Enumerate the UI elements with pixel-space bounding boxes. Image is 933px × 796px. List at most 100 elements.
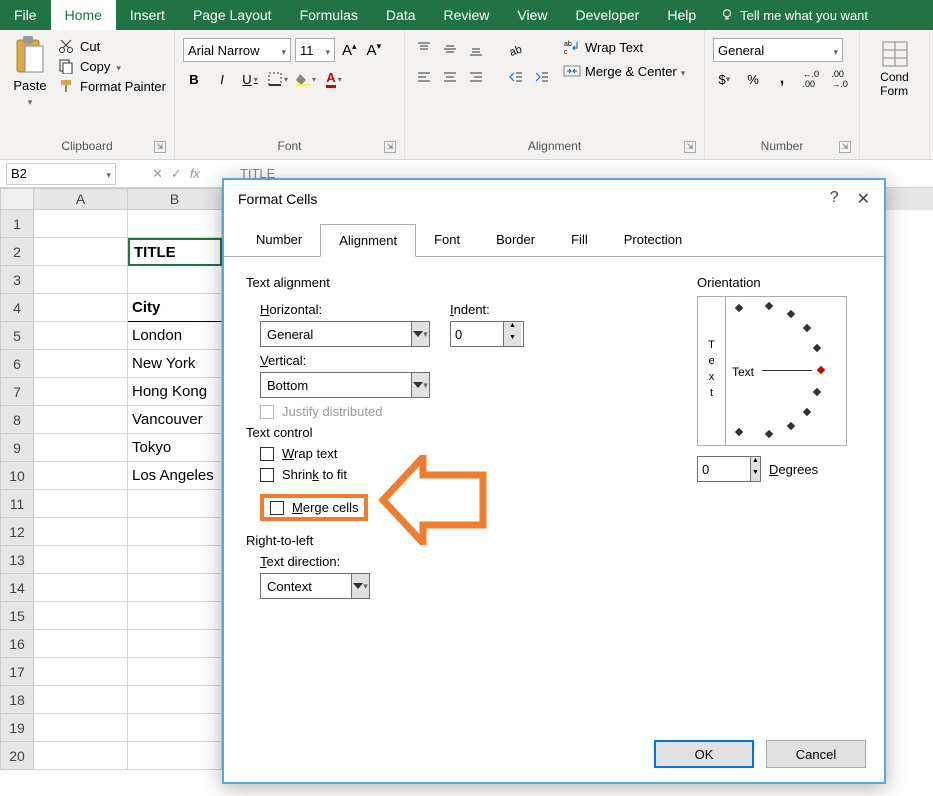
cell[interactable] bbox=[128, 742, 222, 770]
cell[interactable] bbox=[128, 714, 222, 742]
dlg-tab-protection[interactable]: Protection bbox=[606, 224, 701, 256]
align-bottom-button[interactable] bbox=[465, 38, 487, 60]
row-header[interactable]: 7 bbox=[0, 378, 34, 406]
deg-up[interactable]: ▲ bbox=[751, 457, 760, 469]
copy-button[interactable]: Copy bbox=[58, 58, 166, 74]
orientation-vertical-text[interactable]: Text bbox=[698, 297, 726, 445]
cell[interactable] bbox=[128, 574, 222, 602]
cancel-entry-icon[interactable]: ✕ bbox=[152, 166, 163, 182]
row-header[interactable]: 14 bbox=[0, 574, 34, 602]
font-color-button[interactable]: A bbox=[323, 68, 345, 90]
cell[interactable] bbox=[34, 238, 128, 266]
cell[interactable] bbox=[34, 742, 128, 770]
cell[interactable] bbox=[128, 210, 222, 238]
cell[interactable] bbox=[34, 350, 128, 378]
row-header[interactable]: 10 bbox=[0, 462, 34, 490]
row-header[interactable]: 9 bbox=[0, 434, 34, 462]
cell[interactable] bbox=[34, 686, 128, 714]
cell[interactable] bbox=[34, 322, 128, 350]
tab-help[interactable]: Help bbox=[653, 0, 710, 30]
border-button[interactable] bbox=[267, 68, 289, 90]
merge-center-button[interactable]: Merge & Center bbox=[563, 62, 685, 80]
tell-me-search[interactable]: Tell me what you want bbox=[710, 0, 878, 30]
row-header[interactable]: 2 bbox=[0, 238, 34, 266]
percent-button[interactable]: % bbox=[742, 68, 765, 90]
cell[interactable] bbox=[34, 406, 128, 434]
cell[interactable] bbox=[34, 714, 128, 742]
text-direction-select[interactable]: Context bbox=[260, 573, 370, 599]
cell[interactable]: City bbox=[128, 294, 222, 322]
tab-home[interactable]: Home bbox=[51, 0, 116, 30]
number-launcher[interactable]: ⇲ bbox=[839, 141, 851, 153]
cell[interactable]: New York bbox=[128, 350, 222, 378]
row-header[interactable]: 6 bbox=[0, 350, 34, 378]
cancel-button[interactable]: Cancel bbox=[766, 740, 866, 768]
number-format-select[interactable]: General bbox=[713, 38, 843, 62]
decrease-decimal-button[interactable]: .00→.0 bbox=[828, 68, 851, 90]
cell[interactable]: Tokyo bbox=[128, 434, 222, 462]
cell[interactable]: Vancouver bbox=[128, 406, 222, 434]
row-header[interactable]: 8 bbox=[0, 406, 34, 434]
orientation-button[interactable]: ab bbox=[505, 38, 527, 60]
cell[interactable] bbox=[128, 266, 222, 294]
tab-review[interactable]: Review bbox=[430, 0, 504, 30]
row-header[interactable]: 1 bbox=[0, 210, 34, 238]
col-header-b[interactable]: B bbox=[128, 188, 222, 210]
cell[interactable] bbox=[128, 518, 222, 546]
cell[interactable] bbox=[34, 462, 128, 490]
tab-insert[interactable]: Insert bbox=[116, 0, 179, 30]
dlg-tab-fill[interactable]: Fill bbox=[553, 224, 606, 256]
cut-button[interactable]: Cut bbox=[58, 38, 166, 54]
cell[interactable] bbox=[34, 602, 128, 630]
cell[interactable]: Hong Kong bbox=[128, 378, 222, 406]
indent-down[interactable]: ▼ bbox=[504, 334, 521, 346]
accounting-button[interactable]: $ bbox=[713, 68, 736, 90]
tab-file[interactable]: File bbox=[0, 0, 51, 30]
increase-font-button[interactable]: A▴ bbox=[339, 41, 360, 59]
deg-down[interactable]: ▼ bbox=[751, 469, 760, 481]
increase-decimal-button[interactable]: ←.0.00 bbox=[799, 68, 822, 90]
tab-view[interactable]: View bbox=[503, 0, 561, 30]
tab-formulas[interactable]: Formulas bbox=[286, 0, 372, 30]
paste-button[interactable]: Paste bbox=[6, 34, 54, 120]
decrease-indent-button[interactable] bbox=[505, 66, 527, 88]
italic-button[interactable]: I bbox=[211, 68, 233, 90]
format-painter-button[interactable]: Format Painter bbox=[58, 78, 166, 94]
degrees-input[interactable] bbox=[698, 462, 750, 477]
close-icon[interactable]: ✕ bbox=[857, 189, 870, 209]
conditional-formatting-button[interactable]: CondForm bbox=[864, 34, 925, 98]
row-header[interactable]: 4 bbox=[0, 294, 34, 322]
dlg-tab-alignment[interactable]: Alignment bbox=[320, 224, 416, 257]
cell[interactable] bbox=[34, 378, 128, 406]
row-header[interactable]: 16 bbox=[0, 630, 34, 658]
tab-data[interactable]: Data bbox=[372, 0, 430, 30]
cell[interactable] bbox=[34, 518, 128, 546]
increase-indent-button[interactable] bbox=[531, 66, 553, 88]
align-top-button[interactable] bbox=[413, 38, 435, 60]
row-header[interactable]: 5 bbox=[0, 322, 34, 350]
row-header[interactable]: 20 bbox=[0, 742, 34, 770]
cell[interactable] bbox=[34, 658, 128, 686]
cell[interactable]: Los Angeles bbox=[128, 462, 222, 490]
horizontal-select[interactable]: General bbox=[260, 321, 430, 347]
align-left-button[interactable] bbox=[413, 66, 435, 88]
decrease-font-button[interactable]: A▾ bbox=[364, 41, 385, 59]
row-header[interactable]: 13 bbox=[0, 546, 34, 574]
degrees-spinner[interactable]: ▲▼ bbox=[697, 456, 761, 482]
indent-up[interactable]: ▲ bbox=[504, 322, 521, 334]
alignment-launcher[interactable]: ⇲ bbox=[684, 141, 696, 153]
orientation-widget[interactable]: Text Text bbox=[697, 296, 847, 446]
cell[interactable] bbox=[34, 490, 128, 518]
dlg-tab-border[interactable]: Border bbox=[478, 224, 553, 256]
cell[interactable]: London bbox=[128, 322, 222, 350]
cell[interactable] bbox=[34, 294, 128, 322]
dlg-tab-number[interactable]: Number bbox=[238, 224, 320, 256]
row-header[interactable]: 15 bbox=[0, 602, 34, 630]
cell[interactable] bbox=[128, 546, 222, 574]
orientation-dial[interactable]: Text bbox=[726, 297, 846, 445]
cell[interactable] bbox=[128, 686, 222, 714]
vertical-select[interactable]: Bottom bbox=[260, 372, 430, 398]
help-icon[interactable]: ? bbox=[830, 189, 839, 209]
cell[interactable] bbox=[34, 546, 128, 574]
tab-developer[interactable]: Developer bbox=[562, 0, 654, 30]
